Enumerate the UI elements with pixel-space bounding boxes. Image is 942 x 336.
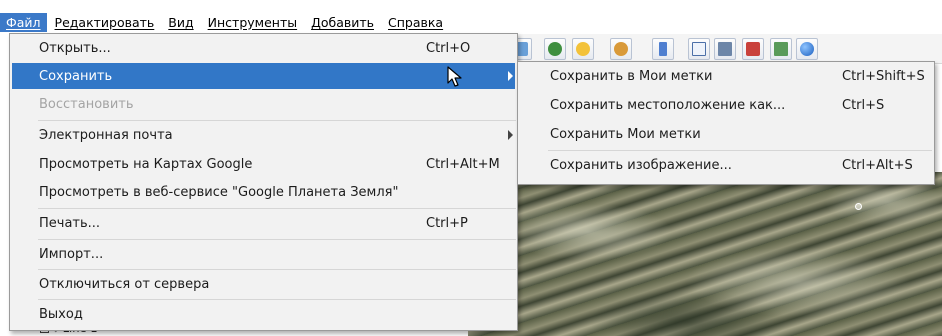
menu-item-label: Печать... bbox=[39, 215, 101, 231]
menu-item-label: Сохранить изображение... bbox=[550, 158, 732, 173]
menu-item-label: Восстановить bbox=[39, 96, 134, 112]
menu-item-view-in-web[interactable]: Просмотреть в веб-сервисе "Google Планет… bbox=[12, 179, 515, 205]
menu-file[interactable]: Файл bbox=[0, 12, 47, 32]
planets-icon[interactable] bbox=[610, 38, 632, 60]
submenu-item-save-to-my-places[interactable]: Сохранить в Мои метки Ctrl+Shift+S bbox=[520, 63, 932, 90]
menu-separator bbox=[38, 299, 516, 300]
email-icon[interactable] bbox=[688, 38, 710, 60]
menu-tools[interactable]: Инструменты bbox=[202, 13, 303, 32]
menu-separator bbox=[38, 208, 516, 209]
menu-item-shortcut: Ctrl+Alt+S bbox=[842, 158, 913, 173]
submenu-item-save-image[interactable]: Сохранить изображение... Ctrl+Alt+S bbox=[520, 152, 932, 179]
menu-item-disconnect[interactable]: Отключиться от сервера bbox=[12, 271, 515, 297]
menu-item-label: Выход bbox=[39, 306, 83, 322]
menu-separator bbox=[38, 239, 516, 240]
menu-separator bbox=[38, 120, 516, 121]
save-submenu: Сохранить в Мои метки Ctrl+Shift+S Сохра… bbox=[517, 61, 935, 185]
menu-item-label: Просмотреть в веб-сервисе "Google Планет… bbox=[39, 184, 399, 200]
menu-item-label: Сохранить в Мои метки bbox=[550, 69, 713, 84]
print-icon[interactable] bbox=[714, 38, 736, 60]
ruler-icon[interactable] bbox=[652, 38, 674, 60]
menu-bar: Файл Редактировать Вид Инструменты Добав… bbox=[0, 10, 942, 34]
menu-item-save[interactable]: Сохранить bbox=[12, 63, 515, 89]
menu-item-shortcut: Ctrl+O bbox=[426, 40, 471, 56]
menu-item-import[interactable]: Импорт... bbox=[12, 241, 515, 267]
submenu-item-save-my-places[interactable]: Сохранить Мои метки bbox=[520, 121, 932, 148]
menu-item-email[interactable]: Электронная почта bbox=[12, 122, 515, 148]
mouse-cursor-icon bbox=[447, 66, 462, 87]
submenu-arrow-icon bbox=[508, 130, 513, 140]
menu-separator bbox=[548, 150, 932, 151]
menu-item-view-in-maps[interactable]: Просмотреть на Картах Google Ctrl+Alt+M bbox=[12, 151, 515, 177]
toolbar bbox=[510, 34, 942, 64]
earth-icon[interactable] bbox=[796, 38, 818, 60]
submenu-item-save-place-as[interactable]: Сохранить местоположение как... Ctrl+S bbox=[520, 92, 932, 119]
menu-item-label: Электронная почта bbox=[39, 127, 173, 143]
sunlight-icon[interactable] bbox=[572, 38, 594, 60]
menu-item-label: Открыть... bbox=[39, 40, 111, 56]
menu-item-label: Импорт... bbox=[39, 246, 104, 262]
menu-separator bbox=[38, 269, 516, 270]
view-in-maps-icon[interactable] bbox=[742, 38, 764, 60]
menu-item-exit[interactable]: Выход bbox=[12, 301, 515, 327]
menu-item-open[interactable]: Открыть... Ctrl+O bbox=[12, 35, 515, 61]
menu-item-restore: Восстановить bbox=[12, 91, 515, 117]
menu-item-label: Сохранить bbox=[39, 68, 113, 84]
menu-item-label: Отключиться от сервера bbox=[39, 276, 210, 292]
historical-imagery-icon[interactable] bbox=[544, 38, 566, 60]
placemark-icon[interactable] bbox=[855, 203, 862, 210]
menu-item-shortcut: Ctrl+Alt+M bbox=[426, 156, 500, 172]
menu-view[interactable]: Вид bbox=[162, 13, 199, 32]
menu-item-shortcut: Ctrl+Shift+S bbox=[842, 69, 925, 84]
menu-help[interactable]: Справка bbox=[382, 13, 449, 32]
menu-item-shortcut: Ctrl+S bbox=[842, 98, 885, 113]
map-view[interactable] bbox=[468, 172, 942, 336]
menu-item-shortcut: Ctrl+P bbox=[426, 215, 468, 231]
menu-item-label: Сохранить местоположение как... bbox=[550, 98, 786, 113]
menu-item-label: Сохранить Мои метки bbox=[550, 127, 701, 142]
menu-item-print[interactable]: Печать... Ctrl+P bbox=[12, 210, 515, 236]
menu-edit[interactable]: Редактировать bbox=[49, 13, 161, 32]
submenu-arrow-icon bbox=[508, 71, 513, 81]
image-overlay-icon[interactable] bbox=[770, 38, 792, 60]
menu-add[interactable]: Добавить bbox=[305, 13, 380, 32]
file-menu-dropdown: Открыть... Ctrl+O Сохранить Восстановить… bbox=[9, 33, 518, 331]
menu-item-label: Просмотреть на Картах Google bbox=[39, 156, 253, 172]
